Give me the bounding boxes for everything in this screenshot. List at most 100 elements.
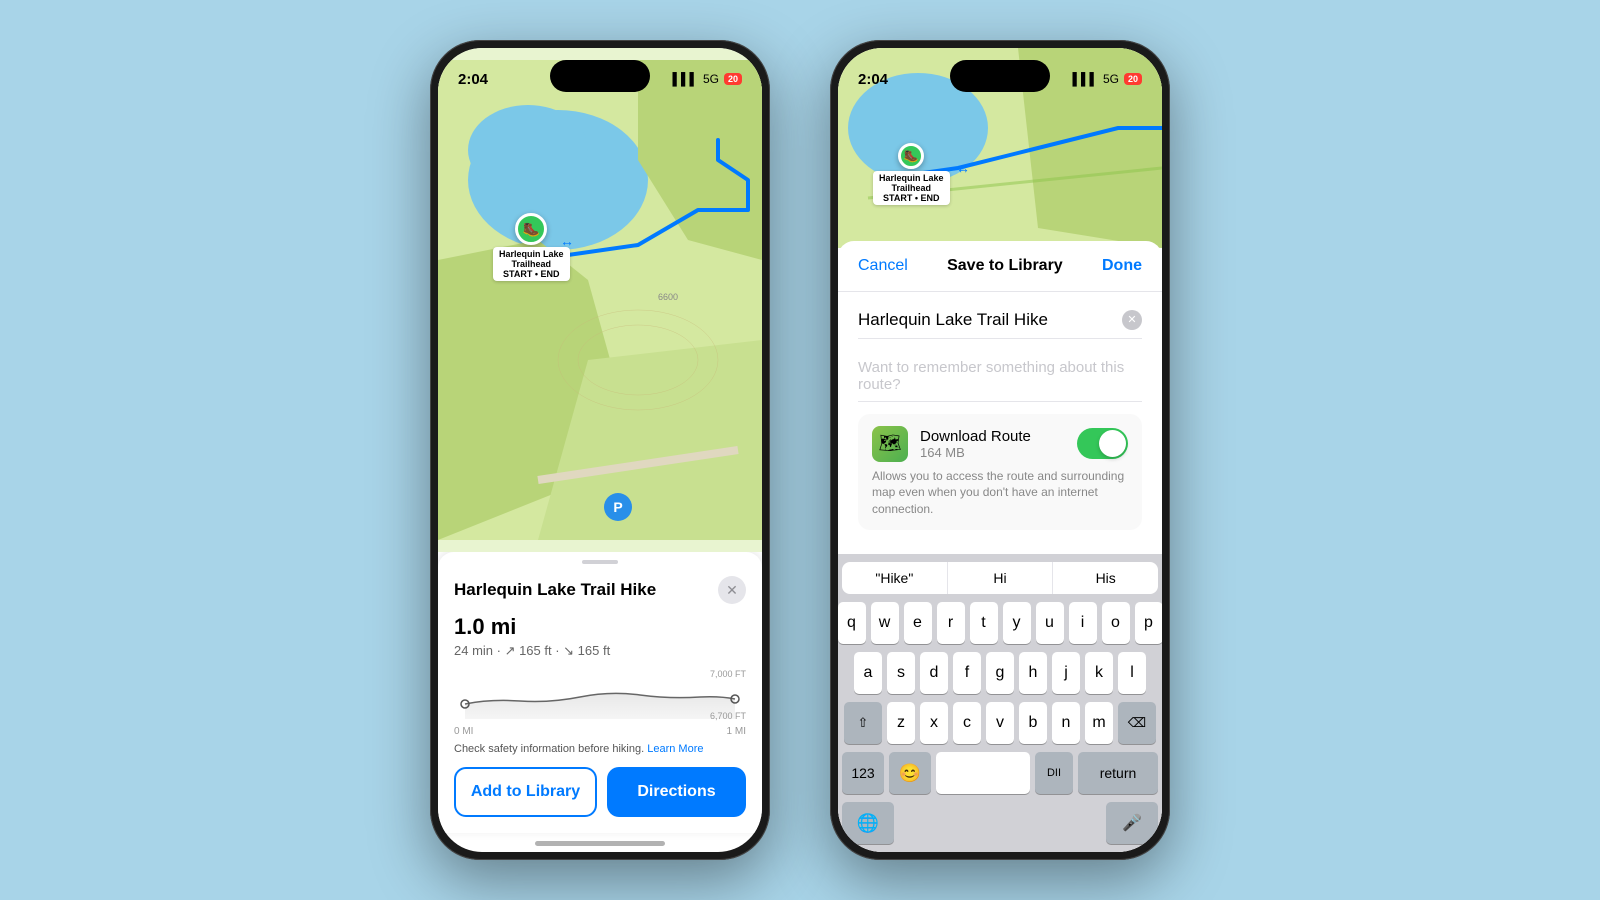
signal-icon-2: ▌▌▌	[1072, 72, 1098, 86]
route-arrow-1: ↔	[560, 233, 574, 249]
key-o[interactable]: o	[1102, 602, 1130, 644]
network-type-1: 5G	[703, 72, 719, 86]
suggestion-his[interactable]: His	[1053, 562, 1158, 594]
key-j[interactable]: j	[1052, 652, 1080, 694]
key-m[interactable]: m	[1085, 702, 1113, 744]
modal-body: Harlequin Lake Trail Hike ✕ Want to reme…	[838, 292, 1162, 554]
battery-badge-1: 20	[724, 73, 742, 85]
phone-1: 2:04 ▌▌▌ 5G 20	[430, 40, 770, 860]
mic-key[interactable]: 🎤	[1106, 802, 1158, 844]
directions-button[interactable]: Directions	[607, 767, 746, 817]
card-title-1: Harlequin Lake Trail Hike	[454, 580, 656, 600]
key-s[interactable]: s	[887, 652, 915, 694]
download-icon: 🗺	[872, 426, 908, 462]
key-q[interactable]: q	[838, 602, 866, 644]
download-info: Download Route 164 MB	[920, 428, 1065, 460]
return-key[interactable]: return	[1078, 752, 1158, 794]
clear-name-button[interactable]: ✕	[1122, 310, 1142, 330]
dynamic-island-1	[550, 60, 650, 92]
status-time-1: 2:04	[458, 71, 488, 88]
done-button[interactable]: Done	[1102, 257, 1142, 275]
add-to-library-button[interactable]: Add to Library	[454, 767, 597, 817]
status-icons-1: ▌▌▌ 5G 20	[672, 72, 742, 86]
elevation-chart-1: 7,000 FT 6,700 FT 0 MI	[454, 669, 746, 739]
pin-icon-2: 🥾	[898, 143, 924, 169]
key-d[interactable]: d	[920, 652, 948, 694]
modal-title: Save to Library	[947, 257, 1063, 275]
key-e[interactable]: e	[904, 602, 932, 644]
route-details-1: 24 min · ↗ 165 ft · ↘ 165 ft	[454, 643, 746, 659]
shift-key[interactable]: ⇧	[844, 702, 882, 744]
key-p[interactable]: p	[1135, 602, 1163, 644]
download-description: Allows you to access the route and surro…	[872, 468, 1128, 518]
key-row-1: q w e r t y u i o p	[842, 602, 1158, 644]
download-size: 164 MB	[920, 445, 1065, 460]
key-row-2: a s d f g h j k l	[842, 652, 1158, 694]
elevation-svg-1	[454, 669, 746, 719]
globe-key[interactable]: 🌐	[842, 802, 894, 844]
pin-label-2: Harlequin Lake Trailhead START • END	[873, 171, 950, 205]
key-c[interactable]: c	[953, 702, 981, 744]
key-v[interactable]: v	[986, 702, 1014, 744]
spacer	[899, 802, 1101, 844]
download-title: Download Route	[920, 428, 1065, 445]
note-field[interactable]: Want to remember something about this ro…	[858, 351, 1142, 402]
key-u[interactable]: u	[1036, 602, 1064, 644]
save-library-modal: Cancel Save to Library Done Harlequin La…	[838, 241, 1162, 852]
home-indicator-1[interactable]	[535, 841, 665, 846]
suggestion-hike[interactable]: "Hike"	[842, 562, 948, 594]
suggestion-hi[interactable]: Hi	[948, 562, 1054, 594]
key-g[interactable]: g	[986, 652, 1014, 694]
chart-labels-1: 0 MI 1 MI	[454, 726, 746, 737]
network-type-2: 5G	[1103, 72, 1119, 86]
key-w[interactable]: w	[871, 602, 899, 644]
close-button-1[interactable]: ✕	[718, 576, 746, 604]
svg-text:6600: 6600	[658, 292, 678, 302]
route-name-text: Harlequin Lake Trail Hike	[858, 310, 1048, 330]
key-x[interactable]: x	[920, 702, 948, 744]
key-h[interactable]: h	[1019, 652, 1047, 694]
key-b[interactable]: b	[1019, 702, 1047, 744]
dynamic-island-2	[950, 60, 1050, 92]
key-row-bottom: 123 😊 DII return	[842, 752, 1158, 794]
route-name-field[interactable]: Harlequin Lake Trail Hike ✕	[858, 306, 1142, 339]
keyboard: "Hike" Hi His q w e r t y u i o	[838, 554, 1162, 852]
drag-handle-1[interactable]	[582, 560, 618, 564]
map-pin-1: 🥾 Harlequin Lake Trailhead START • END	[493, 213, 570, 281]
keyboard-suggestions: "Hike" Hi His	[842, 562, 1158, 594]
emoji-key[interactable]: 😊	[889, 752, 931, 794]
key-k[interactable]: k	[1085, 652, 1113, 694]
status-icons-2: ▌▌▌ 5G 20	[1072, 72, 1142, 86]
key-n[interactable]: n	[1052, 702, 1080, 744]
key-z[interactable]: z	[887, 702, 915, 744]
learn-more-link-1[interactable]: Learn More	[647, 743, 703, 755]
bottom-card-1: Harlequin Lake Trail Hike ✕ 1.0 mi 24 mi…	[438, 552, 762, 833]
numbers-key[interactable]: 123	[842, 752, 884, 794]
pin-icon-1: 🥾	[515, 213, 547, 245]
toggle-knob	[1099, 430, 1126, 457]
map-pin-2: 🥾 Harlequin Lake Trailhead START • END	[873, 143, 950, 205]
dictation-label: DII	[1035, 752, 1073, 794]
map-svg-1: P 6600 W ENTRANCE RD	[438, 48, 762, 552]
map-area-1[interactable]: P 6600 W ENTRANCE RD 🥾 Harlequin Lake Tr…	[438, 48, 762, 552]
key-l[interactable]: l	[1118, 652, 1146, 694]
route-arrow-2: ↔	[956, 160, 970, 176]
key-i[interactable]: i	[1069, 602, 1097, 644]
download-toggle[interactable]	[1077, 428, 1128, 459]
keyboard-rows: q w e r t y u i o p a s	[842, 602, 1158, 844]
key-a[interactable]: a	[854, 652, 882, 694]
key-t[interactable]: t	[970, 602, 998, 644]
svg-text:P: P	[613, 499, 622, 515]
key-r[interactable]: r	[937, 602, 965, 644]
cancel-button[interactable]: Cancel	[858, 257, 908, 275]
key-y[interactable]: y	[1003, 602, 1031, 644]
safety-note-1: Check safety information before hiking. …	[454, 743, 746, 755]
route-distance-1: 1.0 mi	[454, 614, 746, 640]
space-key[interactable]	[936, 752, 1030, 794]
card-header-1: Harlequin Lake Trail Hike ✕	[454, 576, 746, 604]
key-f[interactable]: f	[953, 652, 981, 694]
key-row-3: ⇧ z x c v b n m ⌫	[842, 702, 1158, 744]
download-section: 🗺 Download Route 164 MB Allows you to ac…	[858, 414, 1142, 530]
elevation-high-1: 7,000 FT	[710, 669, 746, 679]
delete-key[interactable]: ⌫	[1118, 702, 1156, 744]
